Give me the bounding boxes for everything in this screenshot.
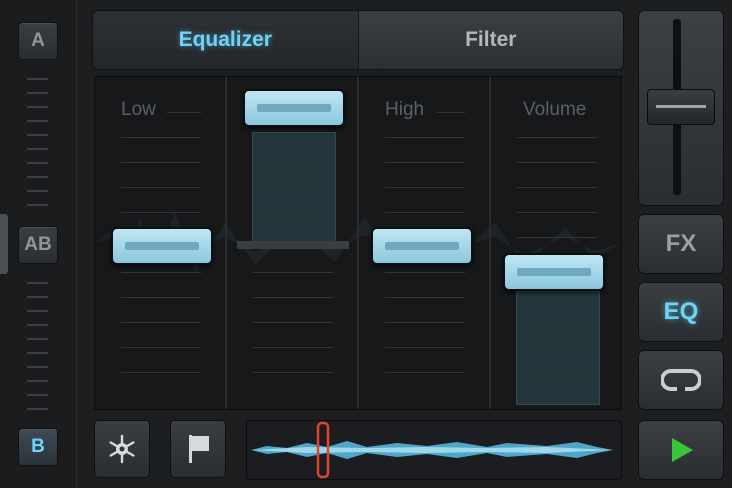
eq-gridline (517, 372, 597, 373)
eq-gridline (385, 322, 465, 323)
eq-gridline (121, 347, 201, 348)
pitch-fader-panel (638, 10, 724, 206)
crossfader-tick (27, 134, 48, 136)
crossfader-tick (27, 310, 48, 312)
snowflake-gear-icon (109, 434, 135, 464)
eq-band-label-line (167, 112, 201, 113)
eq-gridline (385, 187, 465, 188)
crossfader-tick (27, 282, 48, 284)
crossfader-column: A AB B (0, 0, 77, 488)
eq-high-slider-knob[interactable] (371, 227, 473, 265)
eq-gridline (385, 347, 465, 348)
crossfader-tick (27, 352, 48, 354)
fx-button[interactable]: FX (638, 214, 724, 274)
eq-low-slider-knob[interactable] (111, 227, 213, 265)
eq-gridline (385, 297, 465, 298)
crossfader-tick (27, 162, 48, 164)
crossfader-tick (27, 394, 48, 396)
eq-gridline (253, 322, 333, 323)
crossfader-tick (27, 148, 48, 150)
crossfader-tick (27, 190, 48, 192)
eq-band-label: Low (121, 99, 156, 120)
eq-band-low: Low (95, 77, 227, 409)
eq-band-label-line (437, 112, 465, 113)
eq-gridline (517, 137, 597, 138)
eq-panel: Low High Volume (94, 76, 622, 410)
flag-icon (189, 435, 209, 463)
crossfader-tick (27, 338, 48, 340)
eq-gridline (253, 162, 333, 163)
eq-gridline (253, 212, 333, 213)
loop-icon (661, 369, 701, 393)
eq-gridline (253, 272, 333, 273)
eq-band-mid (227, 77, 359, 409)
eq-gridline (517, 187, 597, 188)
eq-gridline (385, 372, 465, 373)
crossfader-center-button[interactable]: AB (18, 226, 58, 264)
eq-gridline (517, 347, 597, 348)
eq-gridline (385, 137, 465, 138)
deck-a-button[interactable]: A (18, 22, 58, 60)
loop-button[interactable] (638, 350, 724, 410)
deck-b-button[interactable]: B (18, 428, 58, 466)
eq-button[interactable]: EQ (638, 282, 724, 342)
eq-gridline (517, 322, 597, 323)
eq-gridline (121, 372, 201, 373)
eq-band-volume: Volume (491, 77, 621, 409)
crossfader-tick (27, 204, 48, 206)
eq-gridline (121, 272, 201, 273)
eq-gridline (517, 162, 597, 163)
play-button[interactable] (638, 420, 724, 480)
eq-gridline (253, 187, 333, 188)
eq-gridline (121, 297, 201, 298)
eq-gridline (385, 162, 465, 163)
eq-gridline (121, 187, 201, 188)
waveform-graphic (251, 421, 613, 479)
eq-mid-slider-knob[interactable] (243, 89, 345, 127)
crossfader-tick (27, 296, 48, 298)
cue-button[interactable] (170, 420, 226, 478)
crossfader-handle[interactable] (0, 214, 8, 274)
eq-volume-slider-knob[interactable] (503, 253, 605, 291)
eq-gridline (385, 272, 465, 273)
eq-gridline (121, 322, 201, 323)
eq-gridline (517, 237, 597, 238)
eq-center-mark (237, 241, 349, 249)
eq-gridline (385, 212, 465, 213)
eq-gridline (121, 137, 201, 138)
eq-gridline (121, 212, 201, 213)
crossfader-tick (27, 366, 48, 368)
tab-equalizer[interactable]: Equalizer (93, 11, 358, 69)
eq-band-high: High (359, 77, 491, 409)
eq-gridline (253, 297, 333, 298)
crossfader-tick (27, 380, 48, 382)
eq-gridline (517, 212, 597, 213)
crossfader-tick (27, 324, 48, 326)
crossfader-tick (27, 78, 48, 80)
eq-band-label: Volume (523, 99, 587, 120)
play-icon (672, 438, 693, 462)
settings-button[interactable] (94, 420, 150, 478)
track-waveform-overview[interactable] (246, 420, 622, 480)
crossfader-tick (27, 120, 48, 122)
tab-filter[interactable]: Filter (357, 11, 623, 69)
eq-volume-level-fill (516, 291, 600, 405)
tab-bar: Equalizer Filter (92, 10, 624, 70)
crossfader-tick (27, 92, 48, 94)
crossfader-tick (27, 176, 48, 178)
eq-gridline (253, 372, 333, 373)
pitch-fader-thumb[interactable] (647, 89, 715, 125)
eq-band-label: High (385, 99, 425, 120)
eq-gridline (121, 162, 201, 163)
crossfader-tick (27, 106, 48, 108)
crossfader-tick (27, 408, 48, 410)
eq-gridline (253, 347, 333, 348)
